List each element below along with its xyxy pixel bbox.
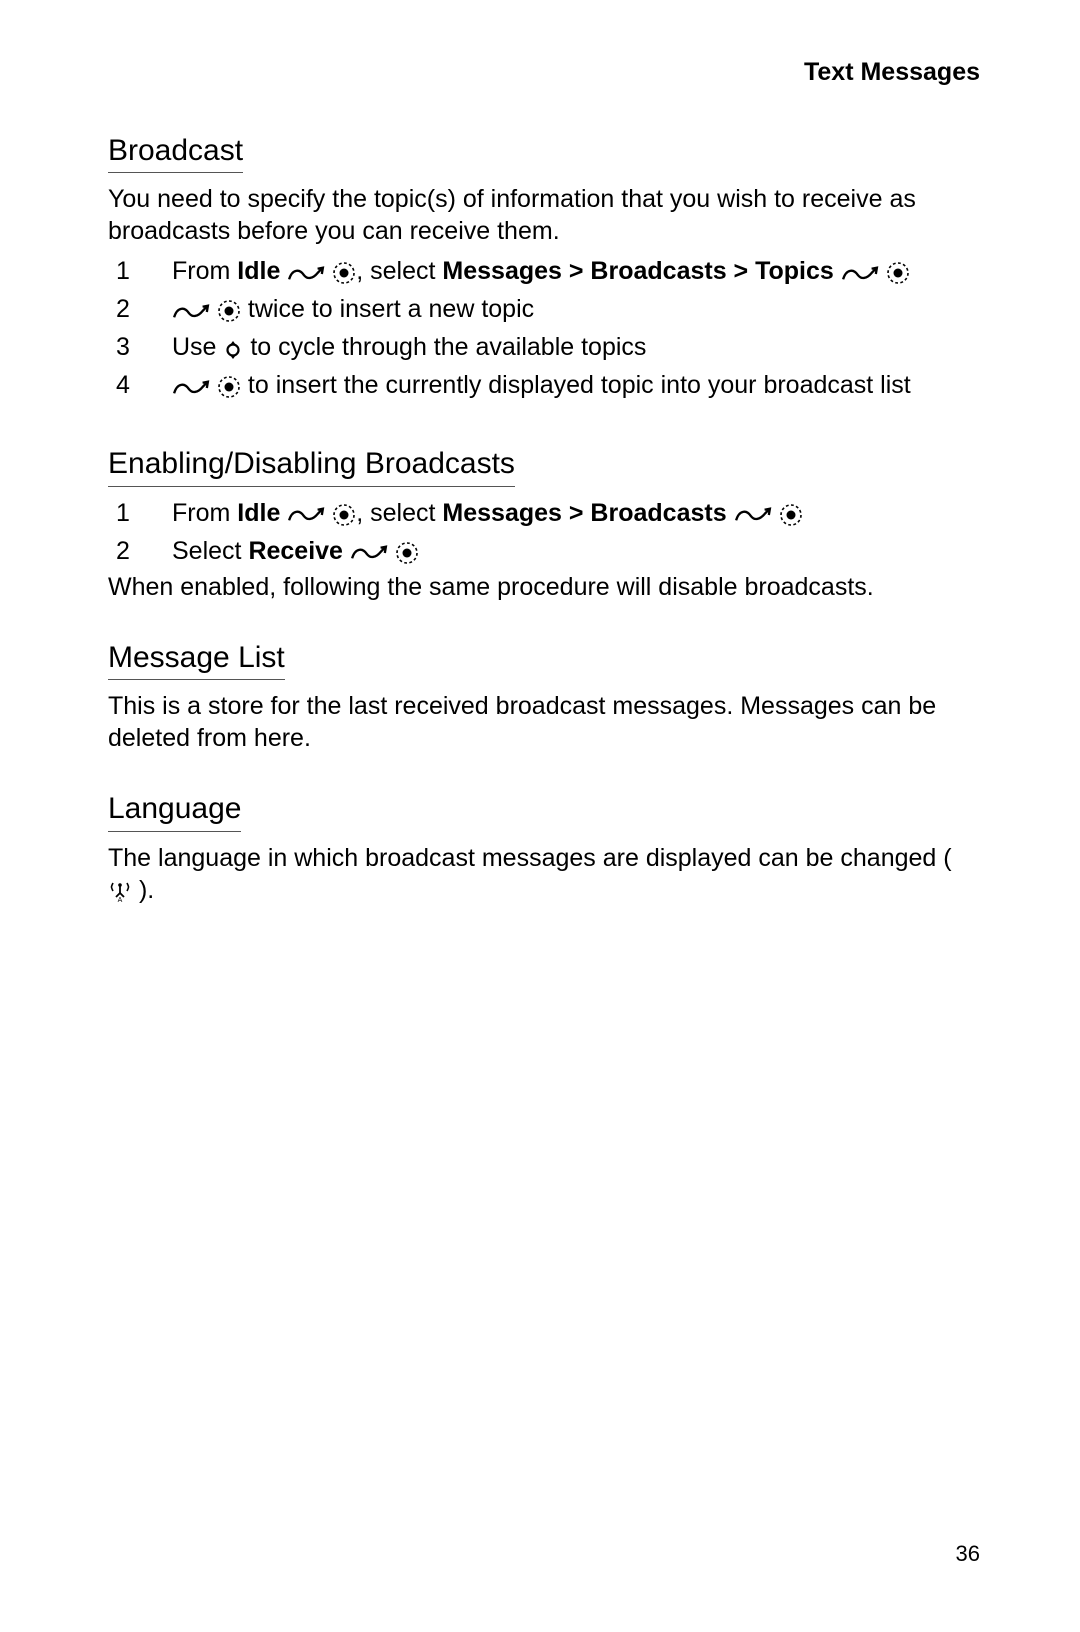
select-icon bbox=[217, 374, 241, 399]
heading-broadcast: Broadcast bbox=[108, 132, 243, 173]
cycle-icon bbox=[223, 336, 243, 361]
text: twice to insert a new topic bbox=[241, 295, 534, 323]
page-number: 36 bbox=[956, 1540, 980, 1568]
network-icon bbox=[108, 878, 132, 904]
navigate-icon bbox=[350, 540, 388, 565]
text: Use bbox=[172, 333, 223, 361]
bold-text: Idle bbox=[237, 499, 280, 527]
step-body: to insert the currently displayed topic … bbox=[172, 369, 980, 401]
text: From bbox=[172, 499, 237, 527]
text: , select bbox=[356, 499, 442, 527]
bold-text: Idle bbox=[237, 257, 280, 285]
language-body: The language in which broadcast messages… bbox=[108, 842, 980, 906]
chapter-title: Text Messages bbox=[108, 56, 980, 88]
bold-text: Messages > Broadcasts bbox=[442, 499, 726, 527]
text: The language in which broadcast messages… bbox=[108, 844, 952, 872]
step-number: 4 bbox=[116, 369, 162, 401]
text: From bbox=[172, 257, 237, 285]
navigate-icon bbox=[287, 260, 325, 285]
heading-message-list: Message List bbox=[108, 639, 285, 680]
select-icon bbox=[779, 501, 803, 526]
step-body: Use to cycle through the available topic… bbox=[172, 331, 980, 363]
step-number: 2 bbox=[116, 535, 162, 567]
enable-note: When enabled, following the same procedu… bbox=[108, 571, 980, 603]
navigate-icon bbox=[287, 502, 325, 527]
message-list-body: This is a store for the last received br… bbox=[108, 690, 980, 754]
bold-text: Messages > Broadcasts > Topics bbox=[442, 257, 833, 285]
select-icon bbox=[332, 501, 356, 526]
select-icon bbox=[217, 298, 241, 323]
select-icon bbox=[395, 539, 419, 564]
step-body: From Idle , select Messages > Broadcasts… bbox=[172, 255, 980, 287]
text: , select bbox=[356, 257, 442, 285]
step-body: Select Receive bbox=[172, 535, 980, 567]
select-icon bbox=[332, 260, 356, 285]
step-number: 2 bbox=[116, 293, 162, 325]
text: ). bbox=[132, 876, 154, 904]
step-number: 3 bbox=[116, 331, 162, 363]
step-body: twice to insert a new topic bbox=[172, 293, 980, 325]
navigate-icon bbox=[734, 502, 772, 527]
heading-language: Language bbox=[108, 790, 241, 831]
step-number: 1 bbox=[116, 255, 162, 287]
bold-text: Receive bbox=[248, 537, 343, 565]
broadcast-steps: 1 From Idle , select Messages > Broadcas… bbox=[116, 255, 980, 401]
text: Select bbox=[172, 537, 248, 565]
navigate-icon bbox=[172, 374, 210, 399]
step-number: 1 bbox=[116, 497, 162, 529]
enable-steps: 1 From Idle , select Messages > Broadcas… bbox=[116, 497, 980, 567]
text: to insert the currently displayed topic … bbox=[241, 371, 911, 399]
step-body: From Idle , select Messages > Broadcasts bbox=[172, 497, 980, 529]
navigate-icon bbox=[172, 298, 210, 323]
navigate-icon bbox=[841, 260, 879, 285]
heading-enable: Enabling/Disabling Broadcasts bbox=[108, 445, 515, 486]
broadcast-intro: You need to specify the topic(s) of info… bbox=[108, 183, 980, 247]
text: to cycle through the available topics bbox=[243, 333, 646, 361]
select-icon bbox=[886, 260, 910, 285]
